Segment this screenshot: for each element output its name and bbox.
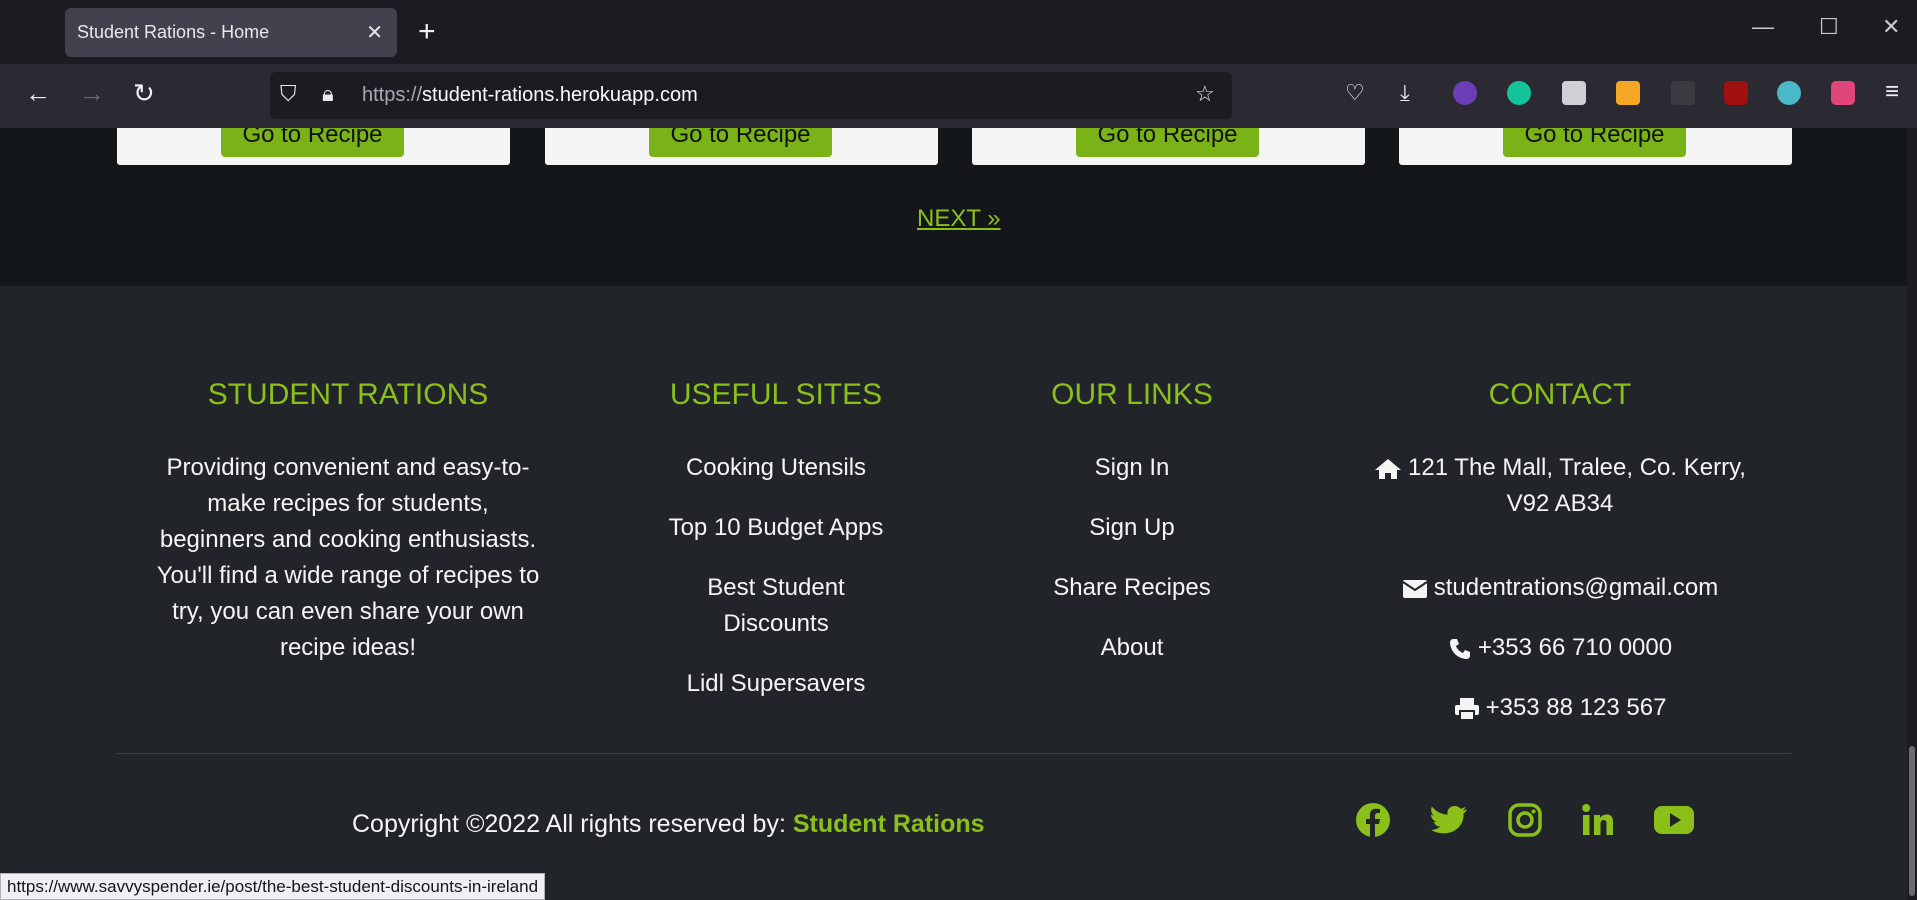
useful-link-student-discounts[interactable]: Best Student Discounts [701,570,851,642]
contact-email-text: studentrations@gmail.com [1433,574,1719,601]
youtube-icon[interactable] [1653,802,1695,838]
copyright-text: Copyright ©2022 All rights reserved by: [352,810,793,838]
footer-about-heading: STUDENT RATIONS [207,378,489,411]
extension-icon[interactable] [1562,81,1586,105]
footer-divider [117,753,1791,754]
new-tab-icon[interactable]: + [418,14,436,50]
minimize-icon[interactable]: — [1752,14,1774,40]
recipe-card: Go to Recipe [1399,128,1792,165]
status-bar-url: https://www.savvyspender.ie/post/the-bes… [0,873,546,900]
menu-icon[interactable]: ≡ [1885,78,1899,106]
copyright: Copyright ©2022 All rights reserved by: … [352,810,985,839]
go-to-recipe-button[interactable]: Go to Recipe [649,128,832,157]
contact-phone: +353 66 710 0000 [1360,630,1760,666]
useful-sites-heading: USEFUL SITES [669,378,883,411]
back-icon[interactable]: ← [25,78,51,109]
phone-icon [1449,638,1470,659]
go-to-recipe-button[interactable]: Go to Recipe [1503,128,1686,157]
tab-title: Student Rations - Home [77,22,270,42]
our-links-heading: OUR LINKS [1051,378,1213,411]
envelope-icon [1402,579,1428,598]
footer-link-sign-in[interactable]: Sign In [1032,450,1232,486]
linkedin-icon[interactable] [1581,802,1615,838]
instagram-icon[interactable] [1508,802,1542,838]
download-icon[interactable]: ⤓ [1400,80,1410,106]
facebook-icon[interactable] [1355,802,1391,838]
extension-icon[interactable] [1616,81,1640,105]
forward-icon: → [79,78,105,108]
grammarly-icon[interactable] [1507,81,1531,105]
eyedropper-icon[interactable] [1671,81,1695,105]
useful-link-budget-apps[interactable]: Top 10 Budget Apps [626,510,926,546]
contact-email: studentrations@gmail.com [1360,570,1760,606]
recipe-card: Go to Recipe [545,128,938,165]
page-scrollbar[interactable] [1907,128,1917,900]
shield-icon[interactable]: ⛉ [280,81,297,107]
ublock-icon[interactable] [1724,81,1748,105]
maximize-icon[interactable]: ☐ [1819,14,1839,40]
twitter-icon[interactable] [1431,802,1469,838]
extension-icon[interactable] [1777,81,1801,105]
useful-link-cooking-utensils[interactable]: Cooking Utensils [626,450,926,486]
reload-icon[interactable]: ↻ [133,78,155,109]
extension-icon[interactable] [1831,81,1855,105]
scrollbar-thumb[interactable] [1909,746,1915,896]
printer-icon [1454,697,1479,721]
contact-phone-text: +353 66 710 0000 [1477,634,1673,661]
url-bar[interactable]: ⛉ 🔒︎ https://student-rations.herokuapp.c… [270,72,1232,119]
footer-about-text: Providing convenient and easy-to-make re… [156,454,540,661]
window-close-icon[interactable]: ✕ [1882,14,1900,40]
footer-link-about[interactable]: About [1032,630,1232,666]
url-host: student-rations.herokuapp.com [422,84,698,106]
url-text[interactable]: https://student-rations.herokuapp.com [362,84,698,107]
tab-strip: Student Rations - Home ✕ + — ☐ ✕ [0,0,1917,64]
home-icon [1375,458,1402,479]
page-content: Go to Recipe Go to Recipe Go to Recipe G… [0,128,1907,900]
navigation-bar: ← → ↻ ⛉ 🔒︎ https://student-rations.herok… [0,64,1917,128]
recipe-card: Go to Recipe [117,128,510,165]
useful-link-lidl-supersavers[interactable]: Lidl Supersavers [626,666,926,702]
browser-tab[interactable]: Student Rations - Home ✕ [65,8,397,57]
contact-fax-text: +353 88 123 567 [1485,694,1667,721]
url-scheme: https:// [362,84,423,106]
footer-link-sign-up[interactable]: Sign Up [1032,510,1232,546]
next-page-link[interactable]: NEXT » [917,205,1001,233]
contact-address-text: 121 The Mall, Tralee, Co. Kerry, V92 AB3… [1408,454,1746,517]
bookmark-star-icon[interactable]: ☆ [1195,81,1215,107]
lock-icon[interactable]: 🔒︎ [322,81,334,107]
go-to-recipe-button[interactable]: Go to Recipe [221,128,404,157]
copyright-brand[interactable]: Student Rations [793,810,985,838]
tab-close-icon[interactable]: ✕ [366,20,383,45]
footer-link-share-recipes[interactable]: Share Recipes [1032,570,1232,606]
extension-icon[interactable] [1453,81,1477,105]
contact-fax: +353 88 123 567 [1360,690,1760,726]
pocket-icon[interactable]: ♡ [1345,80,1365,106]
go-to-recipe-button[interactable]: Go to Recipe [1076,128,1259,157]
contact-heading: CONTACT [1488,378,1632,411]
footer: STUDENT RATIONS Providing convenient and… [0,286,1907,900]
recipe-card: Go to Recipe [972,128,1365,165]
contact-address: 121 The Mall, Tralee, Co. Kerry, V92 AB3… [1360,450,1760,522]
